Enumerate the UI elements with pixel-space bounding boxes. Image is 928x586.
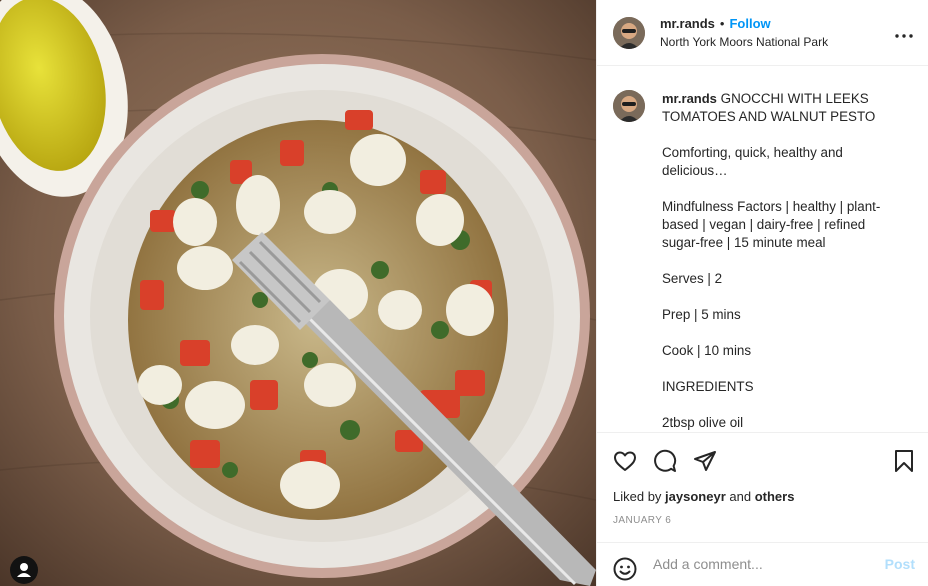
avatar[interactable]	[613, 17, 645, 49]
share-icon[interactable]	[693, 449, 717, 478]
liked-by-prefix: Liked by	[613, 489, 662, 504]
liked-by-user-link[interactable]: jaysoneyr	[665, 489, 726, 504]
caption-username[interactable]: mr.rands	[662, 91, 717, 106]
caption-paragraph: Prep | 5 mins	[662, 307, 741, 322]
caption-text: mr.rands GNOCCHI WITH LEEKS TOMATOES AND…	[662, 90, 902, 432]
separator-dot: •	[719, 16, 725, 31]
heart-icon[interactable]	[613, 449, 637, 478]
follow-button[interactable]: Follow	[729, 16, 770, 31]
likes-summary: Liked by jaysoneyr and others	[613, 489, 794, 504]
more-horizontal-icon[interactable]	[895, 22, 913, 43]
caption-paragraph: Comforting, quick, healthy and delicious…	[662, 145, 847, 178]
post-date[interactable]: JANUARY 6	[613, 515, 671, 526]
caption-area: mr.rands GNOCCHI WITH LEEKS TOMATOES AND…	[597, 66, 928, 432]
liked-by-and: and	[729, 489, 752, 504]
post-actions: Liked by jaysoneyr and others JANUARY 6	[597, 432, 928, 542]
caption-paragraph: Mindfulness Factors | healthy | plant-ba…	[662, 199, 881, 250]
post-header: mr.rands • Follow North York Moors Nationa…	[597, 0, 928, 66]
liked-by-others-link[interactable]: others	[755, 489, 795, 504]
comment-bar: Post	[597, 542, 928, 586]
user-tag-icon[interactable]	[10, 556, 38, 584]
comment-icon[interactable]	[653, 449, 677, 478]
location-link[interactable]: North York Moors National Park	[660, 35, 828, 49]
post-photo[interactable]	[0, 0, 596, 586]
caption-paragraph: 2tbsp olive oil	[662, 415, 744, 430]
caption-paragraph: INGREDIENTS	[662, 379, 754, 394]
caption-paragraph: Cook | 10 mins	[662, 343, 752, 358]
post-comment-button[interactable]: Post	[885, 556, 915, 572]
comment-input[interactable]	[651, 555, 875, 573]
emoji-icon[interactable]	[613, 557, 637, 586]
caption-avatar[interactable]	[613, 90, 645, 122]
post-side-panel: mr.rands • Follow North York Moors Nationa…	[596, 0, 928, 586]
food-photo-image	[0, 0, 596, 586]
caption-paragraph: Serves | 2	[662, 271, 723, 286]
header-username[interactable]: mr.rands	[660, 16, 715, 31]
bookmark-icon[interactable]	[893, 449, 915, 478]
